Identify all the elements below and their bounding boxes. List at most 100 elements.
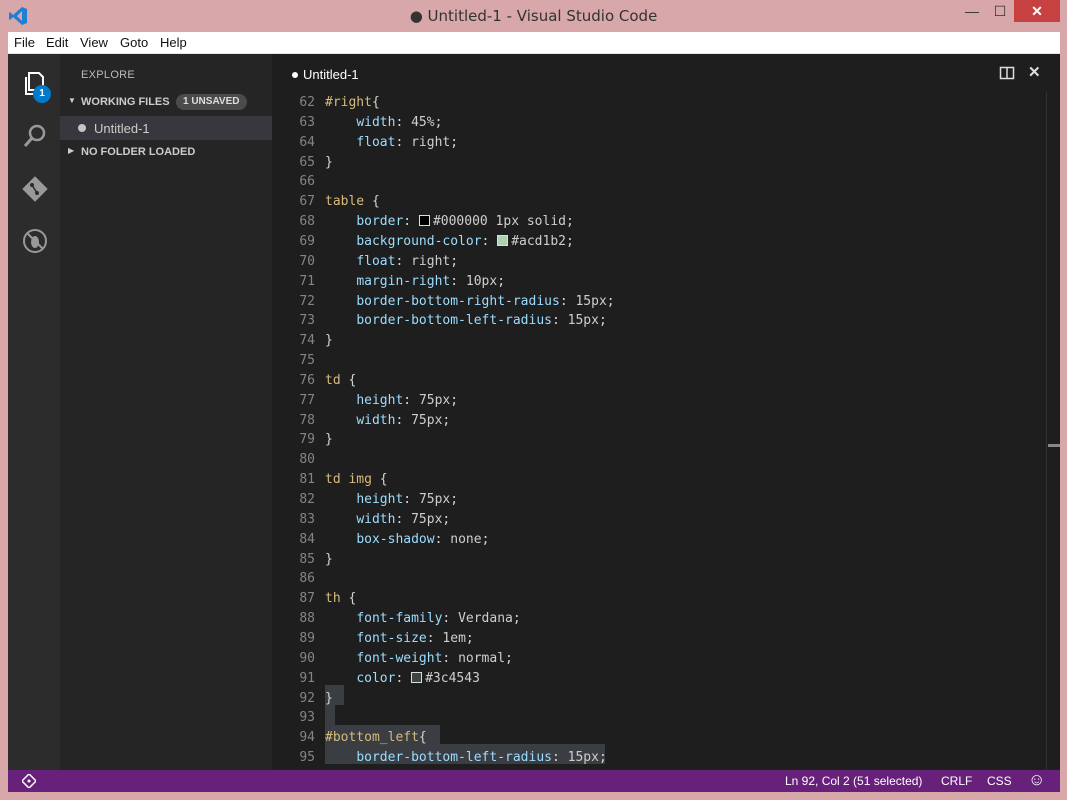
- language-mode[interactable]: CSS: [987, 774, 1012, 788]
- code-text: box-shadow: none;: [356, 531, 490, 547]
- line-number: 67: [299, 194, 315, 210]
- menu-goto[interactable]: Goto: [120, 35, 148, 50]
- no-folder-section[interactable]: ▶ NO FOLDER LOADED: [60, 141, 272, 163]
- window-border: [0, 792, 1067, 800]
- code-line[interactable]: 92}: [272, 690, 1042, 710]
- code-line[interactable]: 71 margin-right: 10px;: [272, 273, 1042, 293]
- code-line[interactable]: 62 #right{: [272, 94, 1042, 114]
- code-text: th {: [325, 591, 357, 607]
- line-number: 80: [299, 452, 315, 468]
- code-text: font-size: 1em;: [356, 630, 474, 646]
- split-editor-icon[interactable]: [999, 65, 1015, 81]
- menu-help[interactable]: Help: [160, 35, 187, 50]
- code-line[interactable]: 63 width: 45%;: [272, 114, 1042, 134]
- line-number: 89: [299, 630, 315, 646]
- cursor-position[interactable]: Ln 92, Col 2 (51 selected): [785, 774, 922, 788]
- line-number: 93: [299, 710, 315, 726]
- code-text: }: [325, 432, 333, 448]
- editor-tab-bar: Untitled-1 ✕: [272, 54, 1060, 92]
- code-line[interactable]: 87 th {: [272, 590, 1042, 610]
- code-line[interactable]: 77 height: 75px;: [272, 392, 1042, 412]
- git-icon[interactable]: [21, 175, 49, 203]
- code-line[interactable]: 90 font-weight: normal;: [272, 650, 1042, 670]
- menu-edit[interactable]: Edit: [46, 35, 68, 50]
- working-file-name: Untitled-1: [94, 121, 150, 136]
- code-text: margin-right: 10px;: [356, 273, 506, 289]
- code-line[interactable]: 75: [272, 352, 1042, 372]
- code-line[interactable]: 95 border-bottom-left-radius: 15px;: [272, 749, 1042, 769]
- unsaved-dot-icon: [78, 124, 86, 132]
- maximize-button[interactable]: ☐: [988, 0, 1012, 22]
- search-icon[interactable]: [21, 122, 49, 150]
- debug-icon[interactable]: [21, 227, 49, 255]
- line-number: 83: [299, 511, 315, 527]
- line-number: 90: [299, 650, 315, 666]
- editor-scrollbar[interactable]: [1046, 92, 1060, 770]
- status-bar: Ln 92, Col 2 (51 selected) CRLF CSS ☺: [8, 770, 1060, 792]
- line-number: 63: [299, 114, 315, 130]
- code-line[interactable]: 70 float: right;: [272, 253, 1042, 273]
- explorer-count-badge: 1: [33, 85, 51, 103]
- code-line[interactable]: 73 border-bottom-left-radius: 15px;: [272, 312, 1042, 332]
- git-status-icon[interactable]: [22, 774, 36, 788]
- line-number: 65: [299, 154, 315, 170]
- code-line[interactable]: 93: [272, 709, 1042, 729]
- line-number: 72: [299, 293, 315, 309]
- code-line[interactable]: 74}: [272, 332, 1042, 352]
- editor-tab-title[interactable]: Untitled-1: [303, 67, 359, 82]
- code-line[interactable]: 66: [272, 173, 1042, 193]
- code-line[interactable]: 80: [272, 451, 1042, 471]
- code-line[interactable]: 82 height: 75px;: [272, 491, 1042, 511]
- code-editor[interactable]: 62 #right{63 width: 45%; 64 float: right; 6…: [272, 92, 1060, 770]
- code-line[interactable]: 84 box-shadow: none;: [272, 531, 1042, 551]
- feedback-smiley-icon[interactable]: ☺: [1028, 770, 1045, 790]
- code-line[interactable]: 78 width: 75px;: [272, 412, 1042, 432]
- line-number: 75: [299, 353, 315, 369]
- dirty-indicator-icon: [292, 72, 298, 78]
- working-files-section[interactable]: ▼ WORKING FILES 1 UNSAVED: [60, 91, 272, 113]
- code-line[interactable]: 76 td {: [272, 372, 1042, 392]
- line-number: 77: [299, 392, 315, 408]
- code-line[interactable]: 72 border-bottom-right-radius: 15px;: [272, 293, 1042, 313]
- color-swatch[interactable]: [418, 215, 430, 227]
- code-text: #bottom_left{: [325, 730, 427, 746]
- minimize-button[interactable]: —: [960, 0, 984, 22]
- line-number: 76: [299, 372, 315, 388]
- unsaved-badge: 1 UNSAVED: [176, 94, 247, 110]
- code-line[interactable]: 83 width: 75px;: [272, 511, 1042, 531]
- code-text: table {: [325, 194, 380, 210]
- line-number: 91: [299, 670, 315, 686]
- code-line[interactable]: 69 background-color: #acd1b2;: [272, 233, 1042, 253]
- code-line[interactable]: 86: [272, 570, 1042, 590]
- code-text: width: 45%;: [356, 114, 443, 130]
- line-number: 68: [299, 214, 315, 230]
- code-line[interactable]: 89 font-size: 1em;: [272, 630, 1042, 650]
- code-line[interactable]: 79}: [272, 431, 1042, 451]
- code-line[interactable]: 67 table {: [272, 193, 1042, 213]
- color-swatch[interactable]: [411, 671, 423, 683]
- code-text: color: #3c4543: [356, 670, 480, 686]
- line-number: 86: [299, 571, 315, 587]
- working-file-item[interactable]: Untitled-1: [60, 116, 272, 140]
- window-title: ● Untitled-1 - Visual Studio Code: [409, 7, 658, 25]
- scrollbar-position-marker[interactable]: [1048, 444, 1060, 447]
- code-line[interactable]: 85}: [272, 551, 1042, 571]
- code-line[interactable]: 91 color: #3c4543: [272, 670, 1042, 690]
- code-line[interactable]: 68 border: #000000 1px solid;: [272, 213, 1042, 233]
- color-swatch[interactable]: [497, 234, 509, 246]
- code-line[interactable]: 94 #bottom_left{: [272, 729, 1042, 749]
- menu-file[interactable]: File: [14, 35, 35, 50]
- close-editor-icon[interactable]: ✕: [1028, 63, 1041, 81]
- code-text: border-bottom-left-radius: 15px;: [356, 313, 607, 329]
- no-folder-label: NO FOLDER LOADED: [81, 146, 196, 158]
- code-line[interactable]: 65}: [272, 154, 1042, 174]
- menu-view[interactable]: View: [80, 35, 108, 50]
- line-number: 82: [299, 492, 315, 507]
- line-ending[interactable]: CRLF: [941, 774, 972, 788]
- close-window-button[interactable]: ✕: [1014, 0, 1060, 22]
- line-number: 78: [299, 412, 315, 428]
- code-line[interactable]: 88 font-family: Verdana;: [272, 610, 1042, 630]
- code-line[interactable]: 81 td img {: [272, 471, 1042, 491]
- code-line[interactable]: 64 float: right;: [272, 134, 1042, 154]
- code-text: width: 75px;: [356, 412, 451, 428]
